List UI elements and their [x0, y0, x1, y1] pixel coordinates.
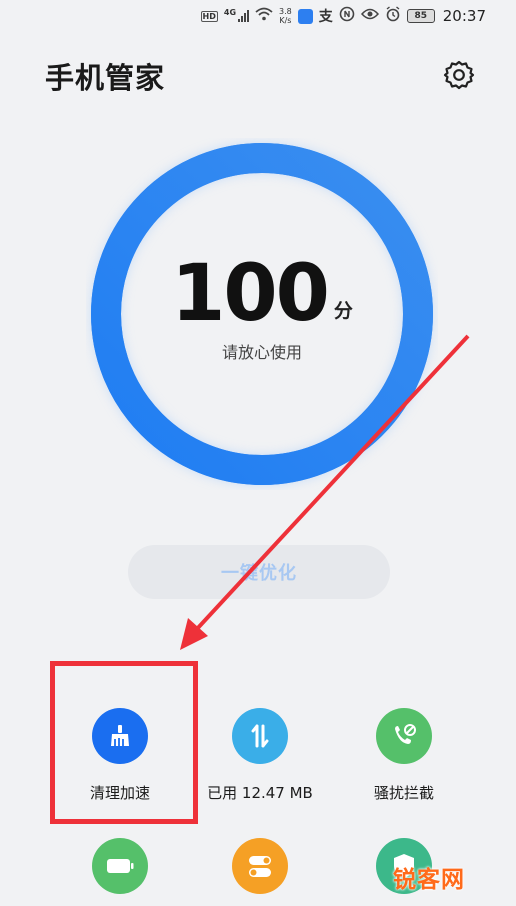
cloud-app-icon [297, 8, 313, 24]
net-speed-value: 3.8 [279, 7, 292, 16]
settings-button[interactable] [440, 56, 478, 94]
tool-harassment-block[interactable]: 骚扰拦截 [329, 708, 479, 818]
tool-battery[interactable] [45, 838, 195, 906]
one-click-optimize-button[interactable]: 一键优化 [128, 545, 390, 599]
data-traffic-icon [232, 708, 288, 764]
alarm-icon [385, 6, 401, 26]
nfc-icon [339, 6, 355, 26]
score-value: 100 [171, 249, 330, 339]
tool-app-management[interactable] [185, 838, 335, 906]
eye-icon [360, 8, 379, 24]
network-type: 4G [223, 7, 237, 17]
annotation-highlight-box [50, 661, 198, 824]
clock: 20:37 [442, 7, 486, 25]
page-title: 手机管家 [45, 61, 166, 95]
score-status: 请放心使用 [221, 343, 302, 362]
watermark-logo: 锐客网 [393, 867, 465, 893]
gear-icon [443, 60, 475, 90]
toggle-icon [232, 838, 288, 894]
call-block-icon [376, 708, 432, 764]
tool-data-usage[interactable]: 已用 12.47 MB [185, 708, 335, 818]
wifi-icon [255, 7, 273, 25]
signal-icon [238, 10, 250, 22]
status-bar: HD 4G 3.8 K/s 支 85 20:37 [0, 0, 516, 32]
hd-indicator: HD [200, 10, 218, 22]
net-speed: 3.8 K/s [279, 7, 292, 25]
tool-label: 已用 12.47 MB [207, 784, 313, 802]
net-speed-unit: K/s [279, 16, 292, 25]
health-score-ring[interactable]: 100 分 请放心使用 [86, 138, 438, 490]
alipay-icon: 支 [318, 9, 333, 25]
tool-label: 骚扰拦截 [373, 784, 434, 802]
battery-icon [92, 838, 148, 894]
battery-indicator: 85 [406, 9, 435, 23]
score-unit: 分 [333, 300, 353, 322]
